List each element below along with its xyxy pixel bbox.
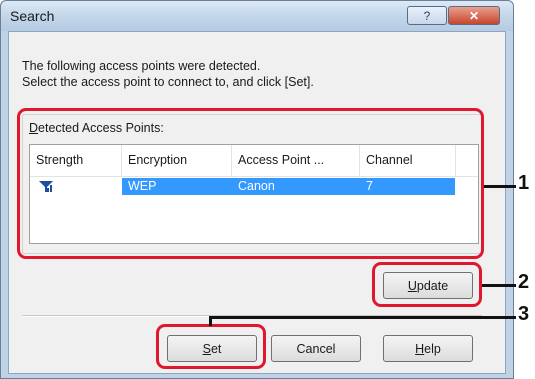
callout-line-1 [484, 185, 516, 188]
callout-line-2 [482, 284, 516, 287]
title-bar[interactable]: Search ? ✕ [1, 1, 513, 31]
close-button[interactable]: ✕ [448, 6, 500, 25]
description-line-2: Select the access point to connect to, a… [22, 75, 314, 89]
title-help-button[interactable]: ? [407, 6, 447, 25]
cancel-button[interactable]: Cancel [271, 335, 361, 362]
callout-line-3 [210, 316, 516, 319]
description-line-1: The following access points were detecte… [22, 59, 261, 73]
highlight-update-button [372, 262, 482, 307]
close-icon: ✕ [468, 8, 480, 23]
dialog-title: Search [10, 8, 55, 24]
callout-number-3: 3 [518, 303, 530, 325]
question-mark-icon: ? [423, 8, 431, 23]
callout-number-1: 1 [518, 172, 530, 194]
highlight-access-point-list [17, 108, 484, 259]
callout-line-3-drop [209, 316, 212, 326]
highlight-set-button [156, 324, 266, 369]
callout-number-2: 2 [518, 271, 530, 293]
help-button[interactable]: Help [383, 335, 473, 362]
